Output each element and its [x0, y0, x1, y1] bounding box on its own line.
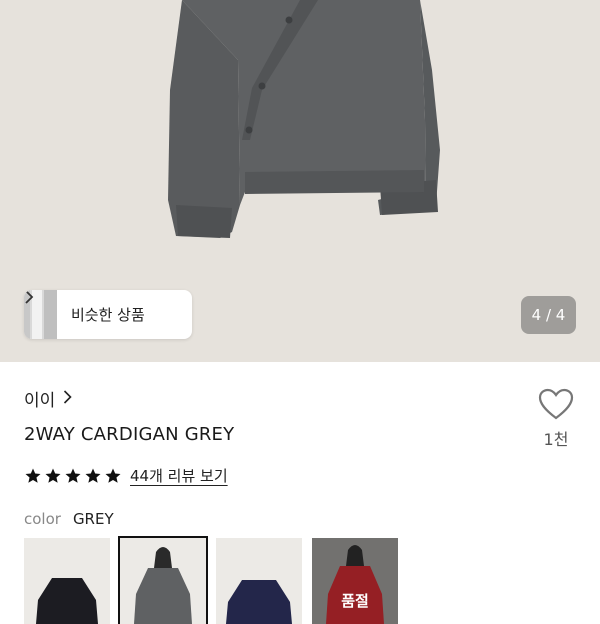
chevron-right-icon: [63, 389, 72, 409]
product-title: 2WAY CARDIGAN GREY: [24, 424, 235, 445]
color-label: color: [24, 510, 61, 528]
color-option-row: color GREY: [24, 510, 114, 528]
heart-icon: [538, 388, 574, 420]
selected-color-value: GREY: [72, 510, 114, 528]
swatch-red[interactable]: 품절: [312, 538, 398, 624]
brand-link[interactable]: 이이: [24, 386, 72, 411]
review-link[interactable]: 44개 리뷰 보기: [130, 465, 228, 486]
color-swatches: 품절: [24, 536, 398, 624]
sold-out-tag: 품절: [341, 592, 369, 610]
swatch-navy-image: [226, 580, 292, 624]
rating-stars: [24, 467, 122, 485]
similar-products-label: 비슷한 상품: [71, 306, 145, 324]
star-icon: [45, 468, 61, 483]
star-icon: [85, 468, 101, 483]
swatch-black[interactable]: [24, 538, 110, 624]
star-icon: [65, 468, 81, 483]
swatch-grey-image: [134, 547, 192, 624]
swatch-black-image: [36, 578, 98, 624]
star-icon: [25, 468, 41, 483]
brand-name: 이이: [24, 391, 56, 411]
like-button[interactable]: 1천: [530, 388, 582, 460]
swatch-navy[interactable]: [216, 538, 302, 624]
swatch-grey[interactable]: [118, 536, 208, 624]
product-image-gallery[interactable]: 비슷한 상품 4 / 4: [0, 0, 600, 362]
swatch-red-image: [312, 538, 398, 624]
similar-products-button[interactable]: 비슷한 상품: [24, 290, 192, 339]
image-page-indicator: 4 / 4: [521, 296, 576, 334]
rating-row: 44개 리뷰 보기: [24, 465, 228, 486]
star-icon: [105, 468, 121, 483]
like-count: 1천: [543, 430, 569, 449]
